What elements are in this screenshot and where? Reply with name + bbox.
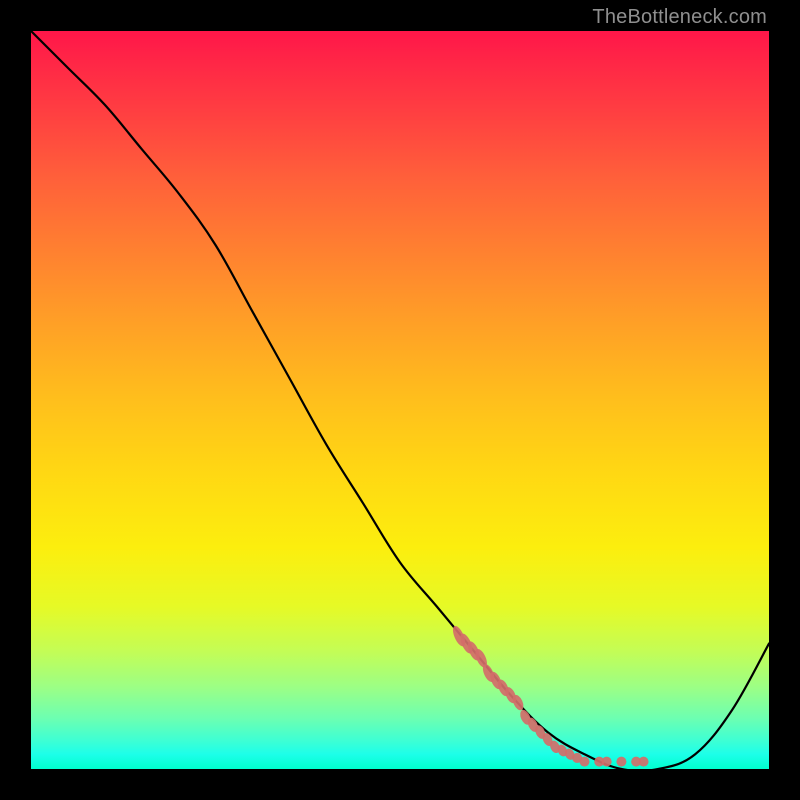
gradient-plot-area <box>31 31 769 769</box>
chart-frame: TheBottleneck.com <box>0 0 800 800</box>
watermark-text: TheBottleneck.com <box>592 6 767 29</box>
data-markers <box>31 31 769 769</box>
